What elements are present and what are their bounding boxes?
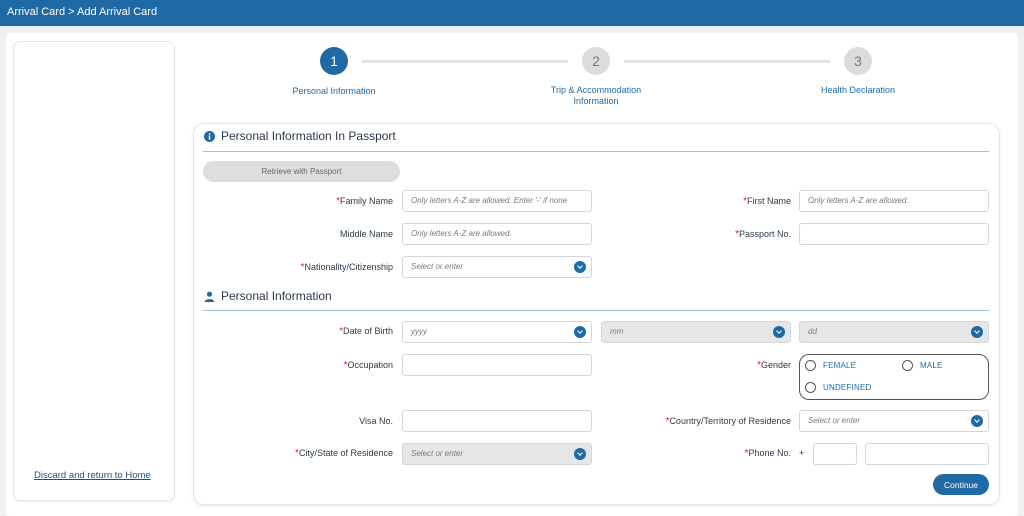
step-1-circle[interactable]: 1 [320, 47, 348, 75]
retrieve-with-passport-button[interactable]: Retrieve with Passport [203, 161, 400, 182]
phone-number-input[interactable] [865, 443, 989, 465]
gender-female-radio[interactable]: FEMALE [805, 360, 856, 371]
step-3-label: Health Declaration [820, 85, 896, 95]
phone-no-label: *Phone No. [744, 448, 791, 459]
nationality-label: *Nationality/Citizenship [300, 262, 393, 273]
top-bar: Arrival Card > Add Arrival Card [0, 0, 1024, 26]
dob-month-select[interactable]: mm [601, 321, 791, 343]
phone-country-code-input[interactable] [813, 443, 857, 465]
family-name-input[interactable]: Only letters A-Z are allowed. Enter '-' … [402, 190, 592, 212]
gender-label: *Gender [757, 360, 791, 371]
info-icon [204, 130, 215, 142]
personal-section-divider [203, 310, 989, 311]
middle-name-label: Middle Name [339, 229, 393, 239]
radio-circle-icon[interactable] [805, 382, 816, 393]
nationality-select[interactable]: Select or enter [402, 256, 592, 278]
chevron-down-icon[interactable] [574, 261, 586, 273]
passport-section-title: Personal Information In Passport [204, 129, 396, 143]
chevron-down-icon[interactable] [574, 448, 586, 460]
passport-section-divider [203, 151, 989, 152]
gender-undefined-radio[interactable]: UNDEFINED [805, 382, 871, 393]
step-2-circle[interactable]: 2 [582, 47, 610, 75]
step-connector-2 [624, 60, 830, 63]
discard-link[interactable]: Discard and return to Home [34, 470, 151, 481]
chevron-down-icon[interactable] [971, 326, 983, 338]
chevron-down-icon[interactable] [773, 326, 785, 338]
personal-section-title: Personal Information [204, 289, 332, 303]
person-icon [204, 291, 215, 302]
city-residence-select[interactable]: Select or enter [402, 443, 592, 465]
chevron-down-icon[interactable] [971, 415, 983, 427]
country-residence-label: *Country/Territory of Residence [665, 416, 791, 427]
passport-no-input[interactable] [799, 223, 989, 245]
step-3-circle[interactable]: 3 [844, 47, 872, 75]
chevron-down-icon[interactable] [574, 326, 586, 338]
step-connector-1 [362, 60, 568, 63]
dob-label: *Date of Birth [339, 326, 393, 337]
gender-male-radio[interactable]: MALE [902, 360, 943, 371]
phone-prefix-plus: + [799, 448, 805, 458]
passport-section-title-text: Personal Information In Passport [221, 129, 396, 143]
city-residence-label: *City/State of Residence [295, 448, 393, 459]
radio-circle-icon[interactable] [805, 360, 816, 371]
step-1-label: Personal Information [292, 86, 376, 96]
step-2-label: Trip & Accommodation Information [550, 85, 642, 106]
country-residence-select[interactable]: Select or enter [799, 410, 989, 432]
middle-name-input[interactable]: Only letters A-Z are allowed. [402, 223, 592, 245]
visa-no-label: Visa No. [359, 416, 393, 426]
first-name-label: *First Name [743, 196, 791, 207]
first-name-input[interactable]: Only letters A-Z are allowed. [799, 190, 989, 212]
radio-circle-icon[interactable] [902, 360, 913, 371]
family-name-label: *Family Name [336, 196, 393, 207]
occupation-input[interactable] [402, 354, 592, 376]
breadcrumb: Arrival Card > Add Arrival Card [7, 6, 158, 18]
left-panel: Discard and return to Home [14, 42, 174, 500]
continue-button[interactable]: Continue [933, 474, 989, 495]
dob-day-select[interactable]: dd [799, 321, 989, 343]
occupation-label: *Occupation [343, 360, 393, 371]
passport-no-label: *Passport No. [735, 229, 791, 240]
visa-no-input[interactable] [402, 410, 592, 432]
personal-section-title-text: Personal Information [221, 289, 332, 303]
dob-year-select[interactable]: yyyy [402, 321, 592, 343]
